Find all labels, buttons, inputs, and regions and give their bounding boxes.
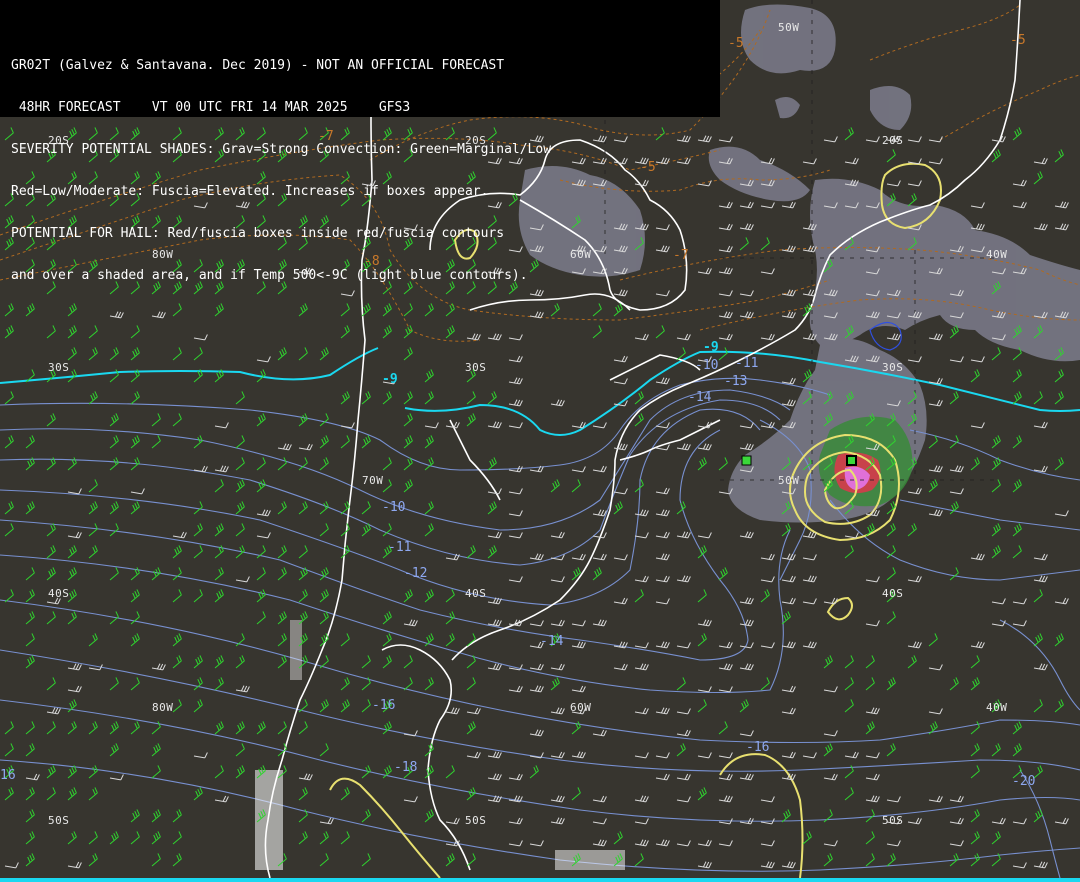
contour-label-orange-m5a: -5	[728, 36, 744, 51]
grid-label-40w-south: 40W	[986, 701, 1008, 714]
contour-label-blue-m11a: -11	[388, 540, 412, 555]
contour-label-blue-m10a: -10	[382, 500, 406, 515]
contour-label-blue-m14b: -14	[540, 634, 564, 649]
grid-label-20s-center: 20S	[465, 134, 487, 147]
grid-label-50w-north: 50W	[778, 21, 800, 34]
header-line-hail: POTENTIAL FOR HAIL: Red/fuscia boxes ins…	[11, 226, 505, 241]
grid-label-20s-east: 20S	[882, 134, 904, 147]
grid-label-30s-center: 30S	[465, 361, 487, 374]
contour-label-blue-m18: -18	[394, 760, 418, 775]
contour-label-cyan-m9a: -9	[382, 372, 398, 387]
contour-label-blue-m13: -13	[724, 374, 748, 389]
hail-box-red	[846, 455, 857, 466]
contour-label-blue-16-edge: 16	[0, 768, 16, 783]
grid-label-40s-center: 40S	[465, 587, 487, 600]
contour-label-blue-m16a: -16	[372, 698, 396, 713]
header-line-severity: SEVERITY POTENTIAL SHADES: Grav=Strong C…	[11, 142, 552, 157]
contour-label-orange-m7a: -7	[318, 129, 334, 144]
contour-label-orange-m5b: -5	[1010, 33, 1026, 48]
contour-label-blue-m12: -12	[404, 566, 428, 581]
grid-label-20s-west: 20S	[48, 134, 70, 147]
header-line-title: GR02T (Galvez & Santavana. Dec 2019) - N…	[11, 58, 505, 73]
grid-label-60w-south: 60W	[570, 701, 592, 714]
grid-label-80w-north: 80W	[152, 248, 174, 261]
grid-label-40w-north: 40W	[986, 248, 1008, 261]
contour-label-blue-m11b: -11	[735, 356, 759, 371]
header-line-temp: and over a shaded area, and if Temp 500<…	[11, 268, 528, 283]
contour-label-blue-m20: -20	[1012, 774, 1036, 789]
grid-label-70w: 70W	[362, 474, 384, 487]
grid-label-30s-west: 30S	[48, 361, 70, 374]
contour-label-blue-m14a: -14	[688, 390, 712, 405]
grid-label-50w-mid: 50W	[778, 474, 800, 487]
hail-box-green	[741, 455, 752, 466]
contour-label-blue-m16b: -16	[746, 740, 770, 755]
grid-label-80w-south: 80W	[152, 701, 174, 714]
contour-label-orange-m8: -8	[364, 254, 380, 269]
grid-label-40s-west: 40S	[48, 587, 70, 600]
contour-label-orange-m5c: -5	[640, 160, 656, 175]
header-line-valid-time: 48HR FORECAST VT 00 UTC FRI 14 MAR 2025 …	[11, 100, 411, 115]
contour-label-blue-m10b: -10	[695, 358, 719, 373]
grid-label-30s-east: 30S	[882, 361, 904, 374]
forecast-header: GR02T (Galvez & Santavana. Dec 2019) - N…	[0, 0, 720, 283]
grid-label-60w-north: 60W	[570, 248, 592, 261]
grid-label-50s-east: 50S	[882, 814, 904, 827]
grid-label-50s-west: 50S	[48, 814, 70, 827]
grid-label-40s-east: 40S	[882, 587, 904, 600]
header-line-shades: Red=Low/Moderate: Fuscia=Elevated. Incre…	[11, 184, 489, 199]
contour-label-orange-m7b: -7	[673, 248, 689, 263]
bottom-cyan-bar	[0, 878, 1080, 882]
grid-label-50s-center: 50S	[465, 814, 487, 827]
contour-label-cyan-m9b: -9	[703, 340, 719, 355]
